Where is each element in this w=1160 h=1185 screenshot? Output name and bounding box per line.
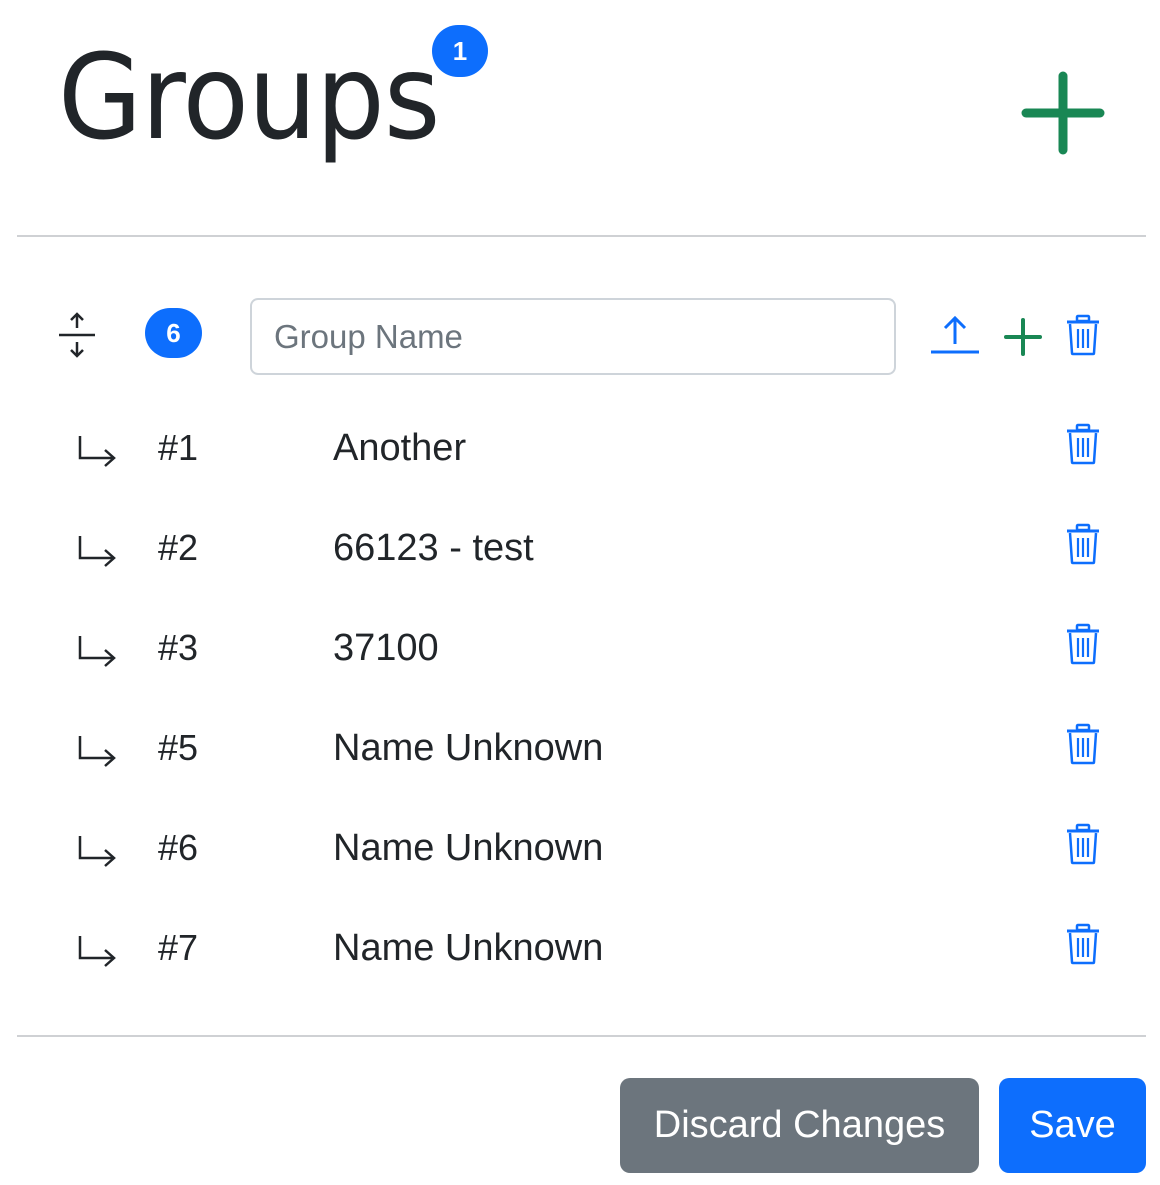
add-member-button[interactable] xyxy=(1002,316,1044,358)
trash-icon xyxy=(1067,423,1099,465)
trash-icon xyxy=(1067,723,1099,765)
discard-changes-button[interactable]: Discard Changes xyxy=(620,1078,979,1173)
plus-icon xyxy=(1004,318,1042,356)
member-count-badge: 6 xyxy=(145,308,202,358)
trash-icon xyxy=(1067,623,1099,665)
delete-member-button[interactable] xyxy=(1064,723,1102,765)
delete-member-button[interactable] xyxy=(1064,923,1102,965)
subitem-arrow-icon xyxy=(74,632,120,668)
groups-count-badge: 1 xyxy=(432,25,488,77)
trash-icon xyxy=(1067,314,1099,356)
plus-icon xyxy=(1021,71,1105,155)
member-id: #1 xyxy=(158,427,199,468)
member-id: #3 xyxy=(158,627,199,668)
subitem-arrow-icon xyxy=(74,832,120,868)
upload-icon xyxy=(931,315,979,354)
add-group-button[interactable] xyxy=(1018,68,1108,158)
member-name: Another xyxy=(333,427,467,469)
member-name: Name Unknown xyxy=(333,727,604,769)
header-divider xyxy=(17,235,1146,237)
delete-member-button[interactable] xyxy=(1064,623,1102,665)
expand-vertical-icon xyxy=(59,312,95,358)
expand-collapse-button[interactable] xyxy=(52,308,102,362)
member-name: 66123 - test xyxy=(333,527,534,569)
footer-divider xyxy=(17,1035,1146,1037)
delete-member-button[interactable] xyxy=(1064,523,1102,565)
member-name: 37100 xyxy=(333,627,439,669)
trash-icon xyxy=(1067,923,1099,965)
delete-member-button[interactable] xyxy=(1064,423,1102,465)
member-name: Name Unknown xyxy=(333,927,604,969)
subitem-arrow-icon xyxy=(74,732,120,768)
delete-member-button[interactable] xyxy=(1064,823,1102,865)
group-name-input[interactable] xyxy=(250,298,896,375)
trash-icon xyxy=(1067,523,1099,565)
save-button[interactable]: Save xyxy=(999,1078,1146,1173)
subitem-arrow-icon xyxy=(74,432,120,468)
member-id: #2 xyxy=(158,527,199,568)
delete-group-button[interactable] xyxy=(1064,314,1102,356)
upload-button[interactable] xyxy=(928,312,982,358)
member-id: #5 xyxy=(158,727,199,768)
page-title: Groups xyxy=(58,28,440,166)
trash-icon xyxy=(1067,823,1099,865)
member-id: #7 xyxy=(158,927,199,968)
member-id: #6 xyxy=(158,827,199,868)
subitem-arrow-icon xyxy=(74,932,120,968)
subitem-arrow-icon xyxy=(74,532,120,568)
member-name: Name Unknown xyxy=(333,827,604,869)
